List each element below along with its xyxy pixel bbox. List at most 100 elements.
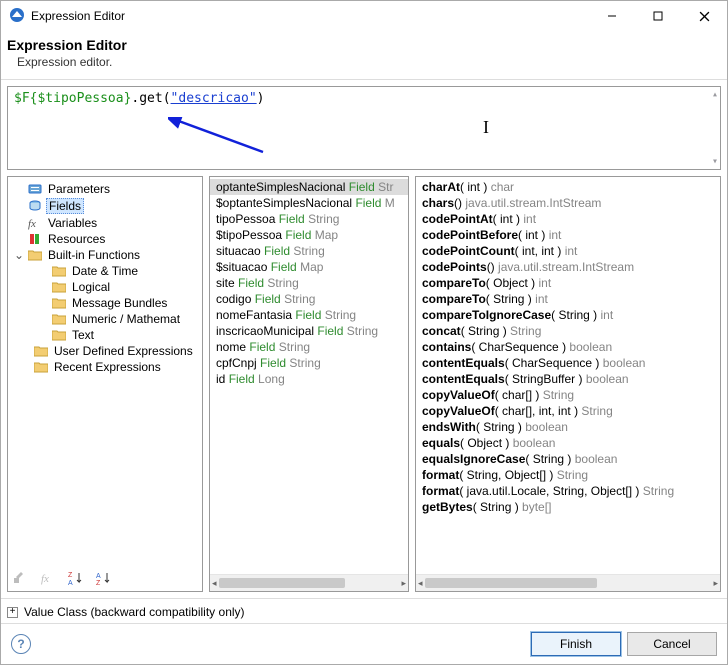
folder-icon [28,249,42,261]
method-item[interactable]: charAt( int ) char [416,179,720,195]
cancel-button[interactable]: Cancel [627,632,717,656]
svg-text:fx: fx [41,573,49,585]
field-item[interactable]: situacao Field String [210,243,408,259]
dialog-body: ▴ $F{$tipoPessoa}.get("descricao") I ▾ P… [1,80,727,598]
method-item[interactable]: compareTo( String ) int [416,291,720,307]
maximize-button[interactable] [635,1,681,31]
tree-numeric[interactable]: Numeric / Mathemat [12,311,198,327]
svg-text:A: A [68,580,73,586]
method-item[interactable]: codePoints() java.util.stream.IntStream [416,259,720,275]
window-controls [589,1,727,31]
tree-fields[interactable]: Fields [12,197,198,215]
dialog-title: Expression Editor [7,37,713,53]
app-icon [9,7,25,26]
finish-button[interactable]: Finish [531,632,621,656]
folder-icon [52,313,66,325]
scroll-down-icon[interactable]: ▾ [712,156,718,167]
methods-hscroll[interactable]: ◂▸ [416,574,720,591]
method-item[interactable]: format( String, Object[] ) String [416,467,720,483]
titlebar-left: Expression Editor [9,7,125,26]
method-item[interactable]: getBytes( String ) byte[] [416,499,720,515]
dialog-header: Expression Editor Expression editor. [1,31,727,80]
expr-string: "descricao" [171,91,257,106]
tree-recent[interactable]: Recent Expressions [12,359,198,375]
tree-builtins[interactable]: ⌄Built-in Functions [12,247,198,263]
dialog-footer: ? Finish Cancel [1,623,727,664]
expand-plus-icon[interactable]: + [7,607,18,618]
folder-icon [34,361,48,373]
folder-icon [52,297,66,309]
tree-text[interactable]: Text [12,327,198,343]
method-item[interactable]: chars() java.util.stream.IntStream [416,195,720,211]
field-item[interactable]: cpfCnpj Field String [210,355,408,371]
parameters-icon [28,182,42,196]
expression-textarea[interactable]: ▴ $F{$tipoPessoa}.get("descricao") I ▾ [7,86,721,170]
expr-method: .get( [131,91,170,106]
field-item[interactable]: nome Field String [210,339,408,355]
expr-close: ) [257,91,265,106]
fields-icon [28,199,42,213]
fields-list[interactable]: optanteSimplesNacional Field Str$optante… [210,177,408,574]
field-item[interactable]: inscricaoMunicipal Field String [210,323,408,339]
close-button[interactable] [681,1,727,31]
method-item[interactable]: equals( Object ) boolean [416,435,720,451]
scroll-up-icon[interactable]: ▴ [712,89,718,100]
field-item[interactable]: $tipoPessoa Field Map [210,227,408,243]
expression-editor-window: Expression Editor Expression Editor Expr… [0,0,728,665]
method-item[interactable]: codePointBefore( int ) int [416,227,720,243]
minimize-button[interactable] [589,1,635,31]
method-item[interactable]: compareToIgnoreCase( String ) int [416,307,720,323]
folder-icon [34,345,48,357]
svg-text:A: A [96,573,101,580]
field-item[interactable]: codigo Field String [210,291,408,307]
fields-hscroll[interactable]: ◂▸ [210,574,408,591]
text-caret: I [483,117,489,138]
field-item[interactable]: $optanteSimplesNacional Field M [210,195,408,211]
method-item[interactable]: concat( String ) String [416,323,720,339]
variables-icon: fx [28,216,42,230]
tree-datetime[interactable]: Date & Time [12,263,198,279]
method-item[interactable]: equalsIgnoreCase( String ) boolean [416,451,720,467]
field-item[interactable]: site Field String [210,275,408,291]
method-item[interactable]: contentEquals( StringBuffer ) boolean [416,371,720,387]
method-item[interactable]: compareTo( Object ) int [416,275,720,291]
folder-icon [52,281,66,293]
panel-row: Parameters Fields fxVariables Resources … [7,176,721,592]
method-item[interactable]: contains( CharSequence ) boolean [416,339,720,355]
method-item[interactable]: format( java.util.Locale, String, Object… [416,483,720,499]
tree-logical[interactable]: Logical [12,279,198,295]
field-item[interactable]: id Field Long [210,371,408,387]
tree-parameters[interactable]: Parameters [12,181,198,197]
value-class-section[interactable]: + Value Class (backward compatibility on… [1,598,727,623]
method-item[interactable]: endsWith( String ) boolean [416,419,720,435]
methods-list[interactable]: charAt( int ) charchars() java.util.stre… [416,177,720,574]
tool-wizard-icon[interactable] [12,570,28,589]
tree-mini-toolbar: fx ZA AZ [8,568,202,591]
value-class-label: Value Class (backward compatibility only… [24,605,245,619]
svg-text:Z: Z [68,572,73,579]
svg-text:Z: Z [96,580,101,586]
method-item[interactable]: copyValueOf( char[], int, int ) String [416,403,720,419]
tool-fx-icon[interactable]: fx [40,570,56,589]
tree-userdef[interactable]: User Defined Expressions [12,343,198,359]
folder-icon [52,329,66,341]
tree-resources[interactable]: Resources [12,231,198,247]
titlebar: Expression Editor [1,1,727,31]
field-item[interactable]: optanteSimplesNacional Field Str [210,179,408,195]
method-item[interactable]: copyValueOf( char[] ) String [416,387,720,403]
help-icon[interactable]: ? [11,634,31,654]
method-item[interactable]: contentEquals( CharSequence ) boolean [416,355,720,371]
tool-sort-az-icon[interactable]: ZA [68,570,84,589]
tree-variables[interactable]: fxVariables [12,215,198,231]
field-item[interactable]: $situacao Field Map [210,259,408,275]
tree-msgbundles[interactable]: Message Bundles [12,295,198,311]
methods-panel: charAt( int ) charchars() java.util.stre… [415,176,721,592]
window-title: Expression Editor [31,9,125,23]
method-item[interactable]: codePointCount( int, int ) int [416,243,720,259]
categories-tree[interactable]: Parameters Fields fxVariables Resources … [8,177,202,568]
tool-sort-type-icon[interactable]: AZ [96,570,112,589]
field-item[interactable]: nomeFantasia Field String [210,307,408,323]
method-item[interactable]: codePointAt( int ) int [416,211,720,227]
field-item[interactable]: tipoPessoa Field String [210,211,408,227]
expand-icon[interactable]: ⌄ [14,248,24,262]
